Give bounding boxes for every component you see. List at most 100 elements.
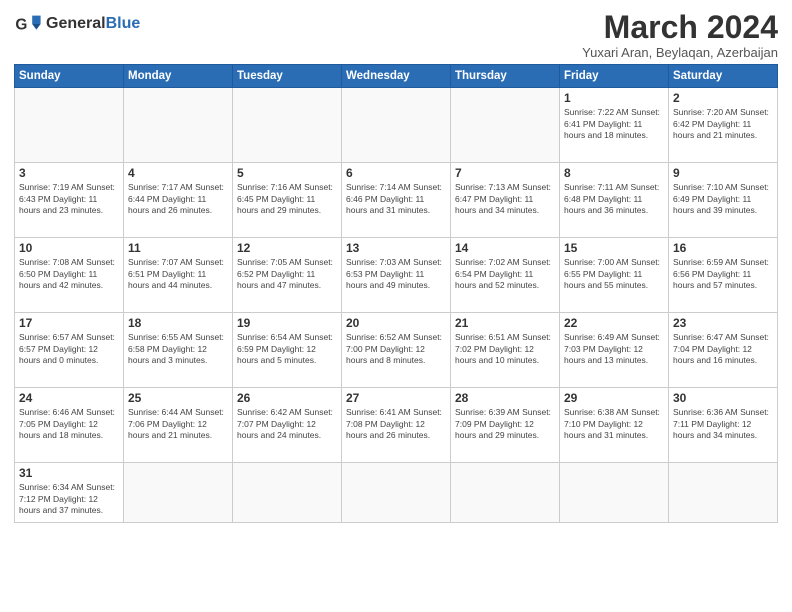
day-number: 5 [237, 166, 337, 180]
weekday-header-row: SundayMondayTuesdayWednesdayThursdayFrid… [15, 65, 778, 88]
calendar-cell [342, 463, 451, 523]
day-info: Sunrise: 6:46 AM Sunset: 7:05 PM Dayligh… [19, 407, 119, 441]
calendar-cell: 26 Sunrise: 6:42 AM Sunset: 7:07 PM Dayli… [233, 388, 342, 463]
week-row-5: 24 Sunrise: 6:46 AM Sunset: 7:05 PM Dayli… [15, 388, 778, 463]
calendar-cell: 1 Sunrise: 7:22 AM Sunset: 6:41 PM Daylig… [560, 88, 669, 163]
day-info: Sunrise: 7:10 AM Sunset: 6:49 PM Dayligh… [673, 182, 773, 216]
day-info: Sunrise: 6:39 AM Sunset: 7:09 PM Dayligh… [455, 407, 555, 441]
calendar-cell: 16Sunrise: 6:59 AM Sunset: 6:56 PM Dayli… [669, 238, 778, 313]
logo-text: GeneralBlue [46, 15, 140, 33]
day-number: 12 [237, 241, 337, 255]
calendar-cell: 30Sunrise: 6:36 AM Sunset: 7:11 PM Dayli… [669, 388, 778, 463]
week-row-3: 10Sunrise: 7:08 AM Sunset: 6:50 PM Dayli… [15, 238, 778, 313]
calendar-cell: 23 Sunrise: 6:47 AM Sunset: 7:04 PM Dayli… [669, 313, 778, 388]
day-info: Sunrise: 6:34 AM Sunset: 7:12 PM Dayligh… [19, 482, 119, 516]
calendar-cell [560, 463, 669, 523]
day-number: 23 [673, 316, 773, 330]
week-row-2: 3 Sunrise: 7:19 AM Sunset: 6:43 PM Daylig… [15, 163, 778, 238]
day-number: 17 [19, 316, 119, 330]
day-number: 9 [673, 166, 773, 180]
day-info: Sunrise: 6:42 AM Sunset: 7:07 PM Dayligh… [237, 407, 337, 441]
title-block: March 2024 Yuxari Aran, Beylaqan, Azerba… [582, 10, 778, 60]
weekday-thursday: Thursday [451, 65, 560, 88]
calendar-cell: 15 Sunrise: 7:00 AM Sunset: 6:55 PM Dayli… [560, 238, 669, 313]
calendar-cell: 27 Sunrise: 6:41 AM Sunset: 7:08 PM Dayli… [342, 388, 451, 463]
calendar-cell: 19 Sunrise: 6:54 AM Sunset: 6:59 PM Dayli… [233, 313, 342, 388]
day-number: 18 [128, 316, 228, 330]
day-info: Sunrise: 6:36 AM Sunset: 7:11 PM Dayligh… [673, 407, 773, 441]
day-info: Sunrise: 6:41 AM Sunset: 7:08 PM Dayligh… [346, 407, 446, 441]
day-info: Sunrise: 7:05 AM Sunset: 6:52 PM Dayligh… [237, 257, 337, 291]
day-number: 15 [564, 241, 664, 255]
calendar-cell: 20 Sunrise: 6:52 AM Sunset: 7:00 PM Dayli… [342, 313, 451, 388]
day-number: 24 [19, 391, 119, 405]
weekday-friday: Friday [560, 65, 669, 88]
day-number: 1 [564, 91, 664, 105]
day-number: 25 [128, 391, 228, 405]
calendar-cell: 7 Sunrise: 7:13 AM Sunset: 6:47 PM Daylig… [451, 163, 560, 238]
day-info: Sunrise: 6:52 AM Sunset: 7:00 PM Dayligh… [346, 332, 446, 366]
day-info: Sunrise: 7:03 AM Sunset: 6:53 PM Dayligh… [346, 257, 446, 291]
day-number: 7 [455, 166, 555, 180]
day-info: Sunrise: 7:13 AM Sunset: 6:47 PM Dayligh… [455, 182, 555, 216]
day-info: Sunrise: 7:00 AM Sunset: 6:55 PM Dayligh… [564, 257, 664, 291]
subtitle: Yuxari Aran, Beylaqan, Azerbaijan [582, 45, 778, 60]
calendar-cell [451, 463, 560, 523]
weekday-wednesday: Wednesday [342, 65, 451, 88]
calendar-cell: 10Sunrise: 7:08 AM Sunset: 6:50 PM Dayli… [15, 238, 124, 313]
calendar-cell [15, 88, 124, 163]
day-number: 4 [128, 166, 228, 180]
day-info: Sunrise: 6:47 AM Sunset: 7:04 PM Dayligh… [673, 332, 773, 366]
calendar-cell: 9 Sunrise: 7:10 AM Sunset: 6:49 PM Daylig… [669, 163, 778, 238]
day-info: Sunrise: 6:54 AM Sunset: 6:59 PM Dayligh… [237, 332, 337, 366]
day-number: 20 [346, 316, 446, 330]
calendar-cell: 22 Sunrise: 6:49 AM Sunset: 7:03 PM Dayli… [560, 313, 669, 388]
calendar-cell [342, 88, 451, 163]
day-info: Sunrise: 7:11 AM Sunset: 6:48 PM Dayligh… [564, 182, 664, 216]
main-title: March 2024 [582, 10, 778, 45]
day-info: Sunrise: 6:49 AM Sunset: 7:03 PM Dayligh… [564, 332, 664, 366]
logo-general: General [46, 15, 106, 32]
day-number: 3 [19, 166, 119, 180]
day-info: Sunrise: 7:07 AM Sunset: 6:51 PM Dayligh… [128, 257, 228, 291]
calendar-cell: 28Sunrise: 6:39 AM Sunset: 7:09 PM Dayli… [451, 388, 560, 463]
day-number: 13 [346, 241, 446, 255]
calendar-cell: 24 Sunrise: 6:46 AM Sunset: 7:05 PM Dayli… [15, 388, 124, 463]
calendar-cell: 18Sunrise: 6:55 AM Sunset: 6:58 PM Dayli… [124, 313, 233, 388]
logo-icon: G [14, 10, 42, 38]
calendar-cell: 21Sunrise: 6:51 AM Sunset: 7:02 PM Dayli… [451, 313, 560, 388]
calendar-cell: 3 Sunrise: 7:19 AM Sunset: 6:43 PM Daylig… [15, 163, 124, 238]
day-number: 14 [455, 241, 555, 255]
day-number: 6 [346, 166, 446, 180]
logo-blue: Blue [106, 15, 141, 32]
calendar-cell [124, 88, 233, 163]
day-number: 11 [128, 241, 228, 255]
day-number: 8 [564, 166, 664, 180]
header: G GeneralBlue March 2024 Yuxari Aran, Be… [14, 10, 778, 60]
day-number: 2 [673, 91, 773, 105]
week-row-6: 31Sunrise: 6:34 AM Sunset: 7:12 PM Dayli… [15, 463, 778, 523]
calendar-cell: 4 Sunrise: 7:17 AM Sunset: 6:44 PM Daylig… [124, 163, 233, 238]
day-info: Sunrise: 6:59 AM Sunset: 6:56 PM Dayligh… [673, 257, 773, 291]
day-number: 27 [346, 391, 446, 405]
day-info: Sunrise: 6:57 AM Sunset: 6:57 PM Dayligh… [19, 332, 119, 366]
day-info: Sunrise: 7:17 AM Sunset: 6:44 PM Dayligh… [128, 182, 228, 216]
logo: G GeneralBlue [14, 10, 140, 38]
week-row-4: 17 Sunrise: 6:57 AM Sunset: 6:57 PM Dayli… [15, 313, 778, 388]
calendar-cell: 29Sunrise: 6:38 AM Sunset: 7:10 PM Dayli… [560, 388, 669, 463]
day-info: Sunrise: 7:22 AM Sunset: 6:41 PM Dayligh… [564, 107, 664, 141]
day-info: Sunrise: 7:20 AM Sunset: 6:42 PM Dayligh… [673, 107, 773, 141]
calendar-cell [669, 463, 778, 523]
calendar-cell: 2 Sunrise: 7:20 AM Sunset: 6:42 PM Daylig… [669, 88, 778, 163]
weekday-sunday: Sunday [15, 65, 124, 88]
day-number: 19 [237, 316, 337, 330]
calendar-cell: 13 Sunrise: 7:03 AM Sunset: 6:53 PM Dayli… [342, 238, 451, 313]
calendar-cell [451, 88, 560, 163]
weekday-monday: Monday [124, 65, 233, 88]
day-number: 26 [237, 391, 337, 405]
day-number: 10 [19, 241, 119, 255]
day-info: Sunrise: 7:02 AM Sunset: 6:54 PM Dayligh… [455, 257, 555, 291]
day-info: Sunrise: 7:19 AM Sunset: 6:43 PM Dayligh… [19, 182, 119, 216]
day-number: 22 [564, 316, 664, 330]
calendar-cell: 6Sunrise: 7:14 AM Sunset: 6:46 PM Daylig… [342, 163, 451, 238]
